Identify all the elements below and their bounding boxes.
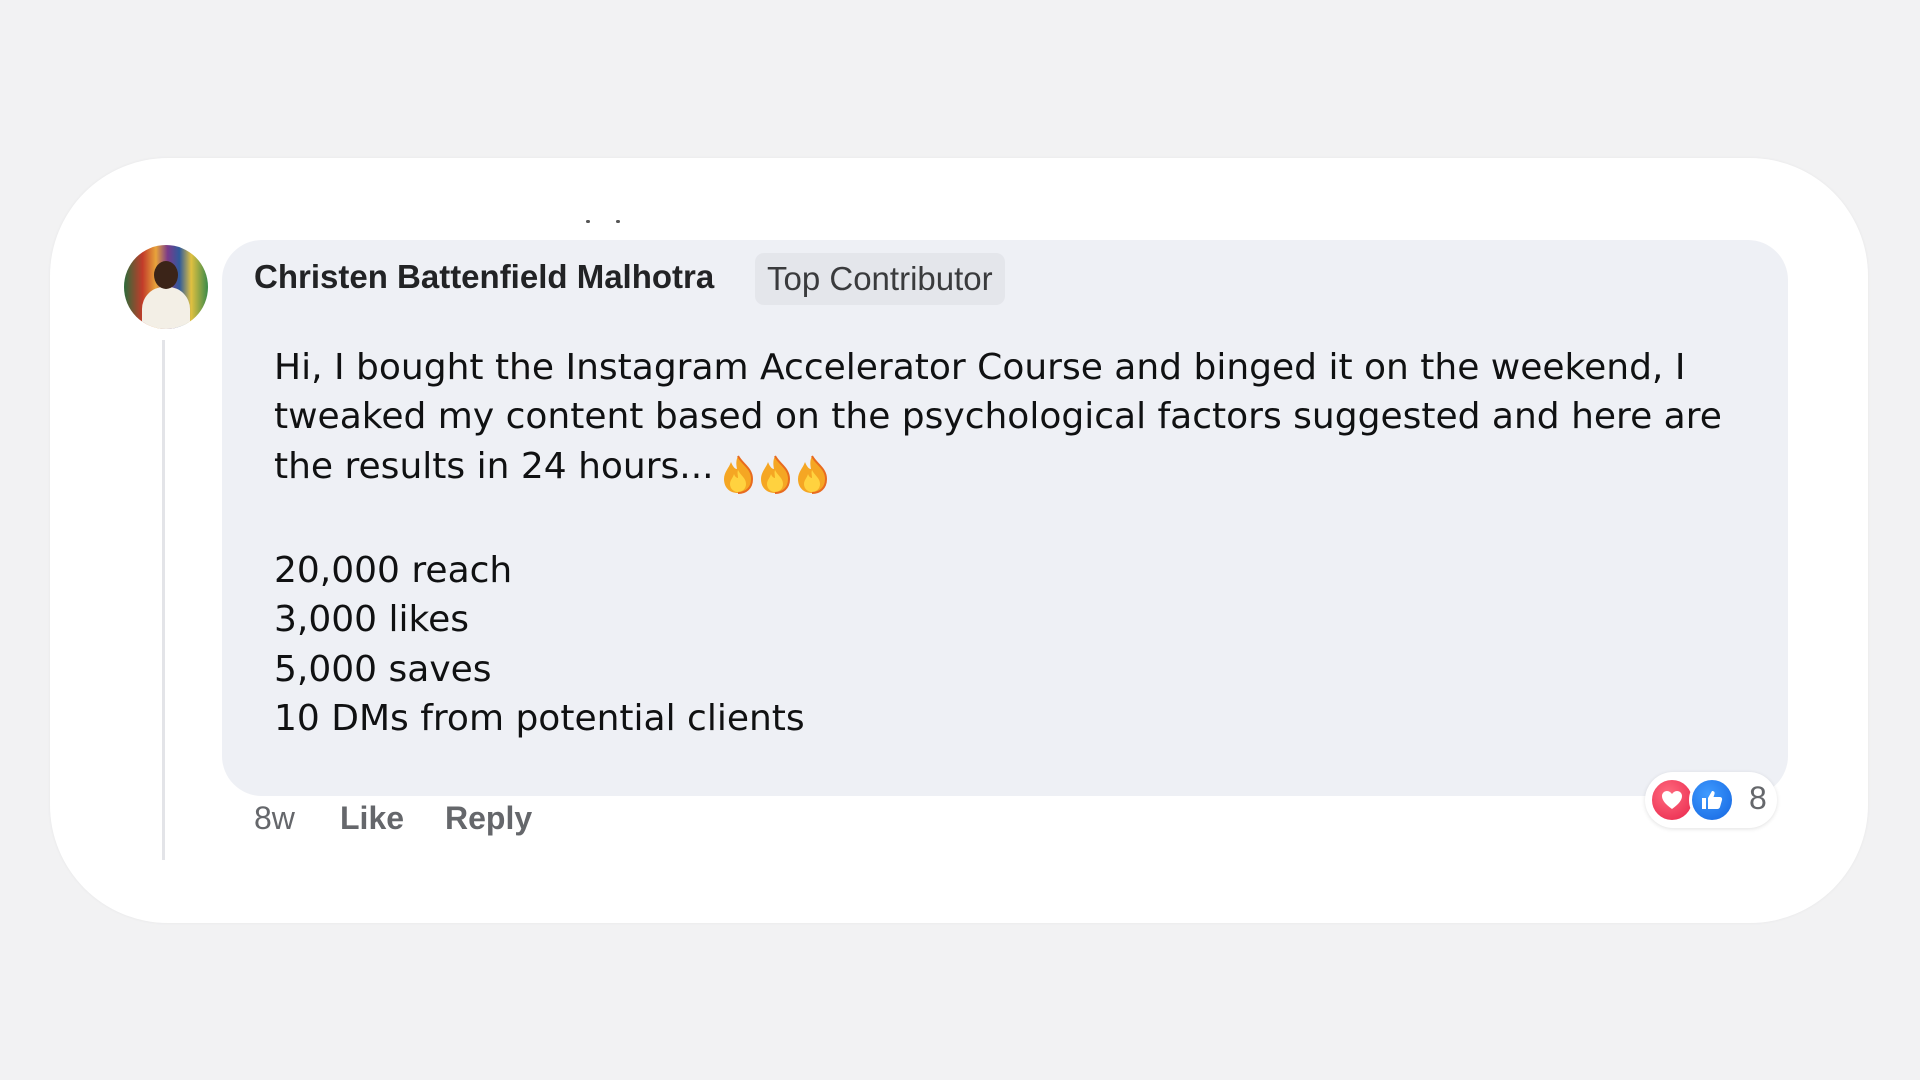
ellipsis-icon [586,220,622,226]
comment-line: Hi, I bought the Instagram Accelerator C… [274,347,1686,388]
stat-line: 3,000 likes [274,599,469,641]
reply-button[interactable]: Reply [445,800,532,837]
thumbs-up-icon [1689,777,1735,823]
stat-line: 20,000 reach [274,550,513,592]
fire-icon [723,455,753,494]
comment-line-last: the results in 24 hours... [274,442,1764,497]
fire-icon [797,455,827,494]
author-name[interactable]: Christen Battenfield Malhotra [254,258,714,296]
avatar[interactable] [124,245,208,329]
like-button[interactable]: Like [340,800,404,837]
comment-text: Hi, I bought the Instagram Accelerator C… [274,343,1764,743]
fire-emoji-group [720,448,831,497]
stat-line: 5,000 saves [274,648,492,690]
reaction-count: 8 [1749,780,1767,816]
comment-line-text: the results in 24 hours... [274,445,714,487]
top-contributor-badge: Top Contributor [755,253,1005,305]
comment-line: tweaked my content based on the psycholo… [274,396,1722,438]
avatar-figure-head [154,261,178,289]
thread-line [162,340,165,860]
timestamp[interactable]: 8w [254,800,295,837]
avatar-figure-body [142,287,190,329]
stat-line: 10 DMs from potential clients [274,698,805,740]
reactions-summary[interactable]: 8 [1645,772,1777,828]
fire-icon [760,455,790,494]
